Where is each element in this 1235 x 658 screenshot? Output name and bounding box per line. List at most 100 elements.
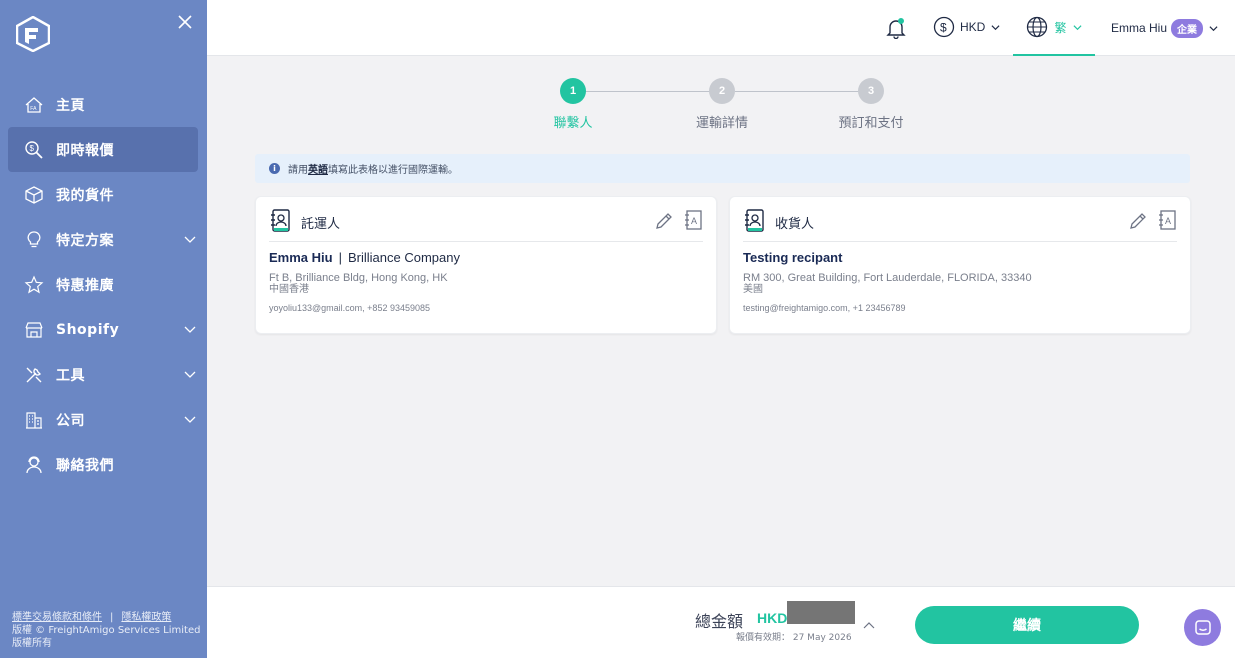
building-icon [24,410,44,430]
sidebar-item-label: 公司 [56,412,85,429]
terms-link[interactable]: 標準交易條款和條件 [12,612,102,623]
footer-links: 標準交易條款和條件 | 隱私權政策 [12,611,200,624]
total-amount-redacted [787,601,855,624]
language-label: 繁 [1054,20,1067,35]
currency-selector[interactable]: $ HKD [933,14,1000,40]
contact-details: testing@freightamigo.com, +1 23456789 [743,303,906,313]
info-prefix: 請用 [288,165,308,176]
sidebar-item-label: Shopify [56,321,120,338]
chevron-down-icon[interactable] [184,413,196,425]
sidebar-item-label: 工具 [56,367,85,384]
sidebar-item-company[interactable]: 公司 [8,397,198,442]
currency-label: HKD [960,20,986,34]
sidebar-item-label: 特惠推廣 [56,277,114,294]
info-emphasis: 英語 [308,165,328,176]
tools-icon [24,365,44,385]
sidebar-item-label: 特定方案 [56,232,114,249]
step-label: 運輸詳情 [695,116,748,131]
dollar-circle-icon: $ [933,16,955,38]
info-suffix: 填寫此表格以進行國際運輸。 [328,165,458,176]
step-number: 3 [858,78,884,104]
svg-text:$: $ [940,21,947,35]
notification-bell-icon[interactable] [885,17,907,39]
continue-button[interactable]: 繼續 [915,606,1139,644]
language-selector[interactable]: 繁 [1013,0,1095,56]
separator: | [338,250,342,265]
chevron-up-icon[interactable] [863,620,875,632]
privacy-link[interactable]: 隱私權政策 [121,612,171,623]
globe-icon [1027,16,1048,38]
sidebar-item-special-solutions[interactable]: 特定方案 [8,217,198,262]
step-shipping-details[interactable]: 2 運輸詳情 [677,78,767,131]
sidebar-item-promotions[interactable]: 特惠推廣 [8,262,198,307]
checkout-bar: 總金額 HKD 報價有效期： 27 May 2026 繼續 [207,586,1235,658]
store-icon [24,320,44,340]
separator: | [110,612,114,623]
info-banner: i 請用 英語 填寫此表格以進行國際運輸。 [255,154,1190,183]
sidebar-item-label: 即時報價 [56,142,114,159]
total-amount-label: 總金額 [695,612,744,631]
quote-validity: 報價有效期： 27 May 2026 [736,633,852,643]
sidebar: FA 主頁 $ 即時報價 我的貨件 特定方案 特惠推廣 Shopify 工具 公… [0,0,207,658]
sidebar-nav: FA 主頁 $ 即時報價 我的貨件 特定方案 特惠推廣 Shopify 工具 公… [8,82,198,487]
contact-name: Testing recipant [743,250,843,265]
sidebar-item-label: 我的貨件 [56,187,114,204]
edit-pencil-icon[interactable] [1128,211,1148,231]
copyright-text: 版權 © FreightAmigo Services Limited [12,625,201,636]
company-name: Brilliance Company [347,250,460,265]
contact-name-line: Testing recipant [743,250,842,265]
box-icon [24,185,44,205]
total-currency: HKD [757,610,788,626]
country: 美國 [743,284,763,295]
quote-icon: $ [24,140,44,160]
card-divider [743,241,1177,242]
address-block: RM 300, Great Building, Fort Lauderdale,… [743,272,1032,296]
chevron-down-icon [1209,25,1218,31]
step-number: 2 [709,78,735,104]
contact-details: yoyoliu133@gmail.com, +852 93459085 [269,303,430,313]
card-title: 託運人 [301,217,341,232]
step-number: 1 [560,78,586,104]
user-menu[interactable]: Emma Hiu 企業 [1111,17,1218,39]
card-title: 收貨人 [775,217,815,232]
contact-book-icon [745,209,764,232]
sidebar-item-my-shipments[interactable]: 我的貨件 [8,172,198,217]
sidebar-item-label: 聯絡我們 [56,457,114,474]
chat-icon [1194,619,1211,635]
sidebar-item-tools[interactable]: 工具 [8,352,198,397]
sidebar-item-home[interactable]: FA 主頁 [8,82,198,127]
sidebar-item-instant-quote[interactable]: $ 即時報價 [8,127,198,172]
close-sidebar-icon[interactable] [176,13,194,31]
progress-stepper: 1 聯繫人 2 運輸詳情 3 預訂和支付 [540,78,920,131]
svg-text:A: A [691,216,697,226]
step-contacts[interactable]: 1 聯繫人 [528,78,618,131]
address-book-icon[interactable]: A [684,210,702,230]
chat-launcher[interactable] [1184,609,1221,646]
consignee-card: 收貨人 A Testing recipant RM 300, Great Bui… [729,196,1191,334]
user-name: Emma Hiu [1111,21,1168,35]
home-icon: FA [24,95,44,115]
sidebar-item-label: 主頁 [56,97,85,114]
star-icon [24,274,44,295]
address-book-icon[interactable]: A [1158,210,1176,230]
street-address: Ft B, Brilliance Bldg, Hong Kong, HK [269,272,448,284]
step-label: 聯繫人 [553,116,593,131]
freightamigo-logo-icon[interactable] [16,16,50,52]
contact-name: Emma Hiu [269,250,333,265]
support-agent-icon [24,455,44,475]
sidebar-item-shopify[interactable]: Shopify [8,307,198,352]
contact-name-line: Emma Hiu | Brilliance Company [269,250,460,265]
step-label: 預訂和支付 [838,116,904,131]
chevron-down-icon[interactable] [184,233,196,245]
top-header: $ HKD 繁 Emma Hiu 企業 [207,0,1235,56]
edit-pencil-icon[interactable] [654,211,674,231]
sidebar-item-contact-us[interactable]: 聯絡我們 [8,442,198,487]
chevron-down-icon[interactable] [184,323,196,335]
sidebar-footer: 標準交易條款和條件 | 隱私權政策 版權 © FreightAmigo Servic… [12,611,200,650]
chevron-down-icon[interactable] [184,368,196,380]
step-booking-payment[interactable]: 3 預訂和支付 [826,78,916,131]
shipper-card: 託運人 A Emma Hiu | Brilliance Company Ft B, … [255,196,717,334]
country: 中國香港 [269,284,309,295]
street-address: RM 300, Great Building, Fort Lauderdale,… [743,272,1032,284]
chevron-down-icon [1072,24,1082,30]
